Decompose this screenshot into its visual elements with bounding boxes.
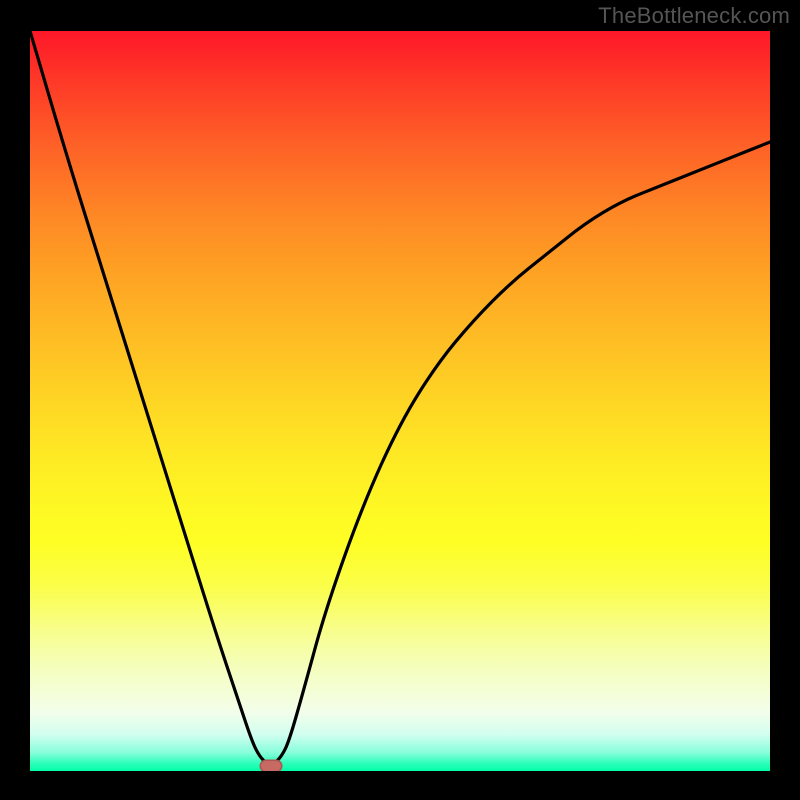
watermark-text: TheBottleneck.com <box>598 3 790 29</box>
curve-path <box>30 31 770 764</box>
plot-area <box>30 31 770 771</box>
bottleneck-curve <box>30 31 770 771</box>
optimal-marker <box>259 759 282 771</box>
chart-frame: TheBottleneck.com <box>0 0 800 800</box>
